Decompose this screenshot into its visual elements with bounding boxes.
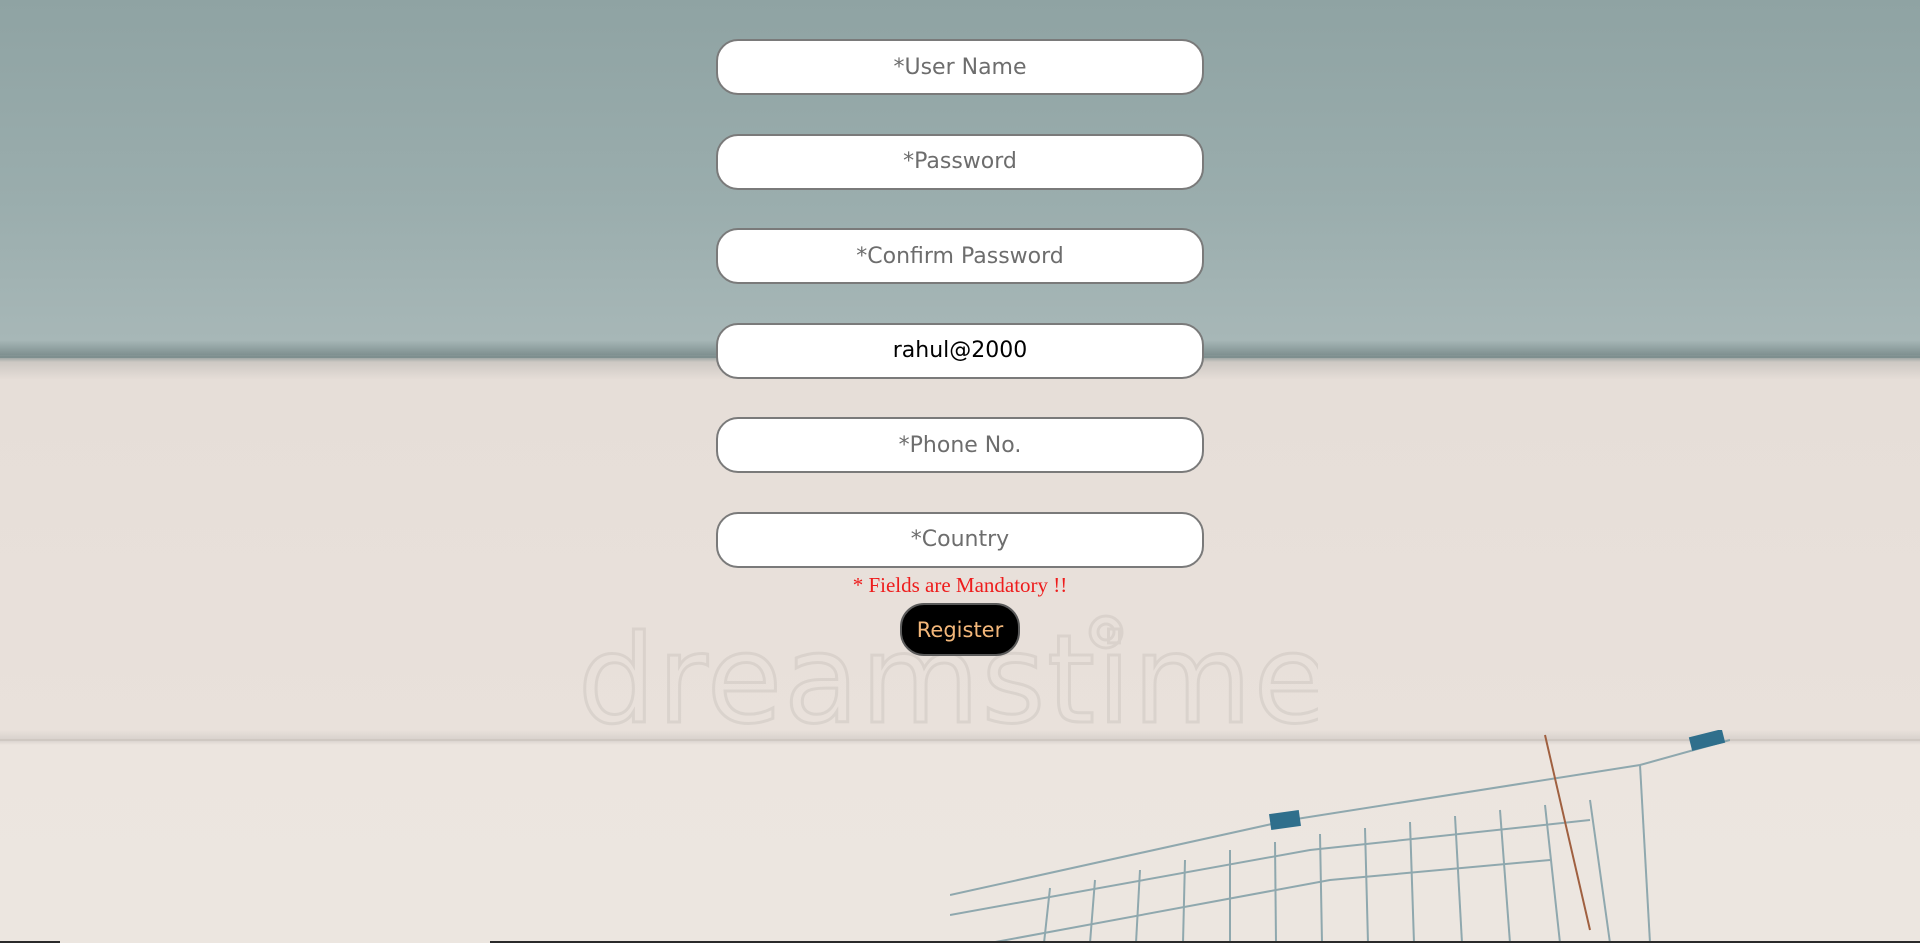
password-input[interactable] xyxy=(716,133,1204,190)
phone-input[interactable] xyxy=(716,417,1204,474)
registration-form xyxy=(716,39,1204,568)
register-button[interactable]: Register xyxy=(900,603,1020,656)
username-input[interactable] xyxy=(716,39,1204,95)
email-input[interactable] xyxy=(716,322,1204,379)
mandatory-fields-note: * Fields are Mandatory !! xyxy=(852,573,1068,597)
country-input[interactable] xyxy=(716,511,1204,568)
confirm-password-input[interactable] xyxy=(716,228,1204,285)
shopping-cart-icon xyxy=(950,730,1730,943)
